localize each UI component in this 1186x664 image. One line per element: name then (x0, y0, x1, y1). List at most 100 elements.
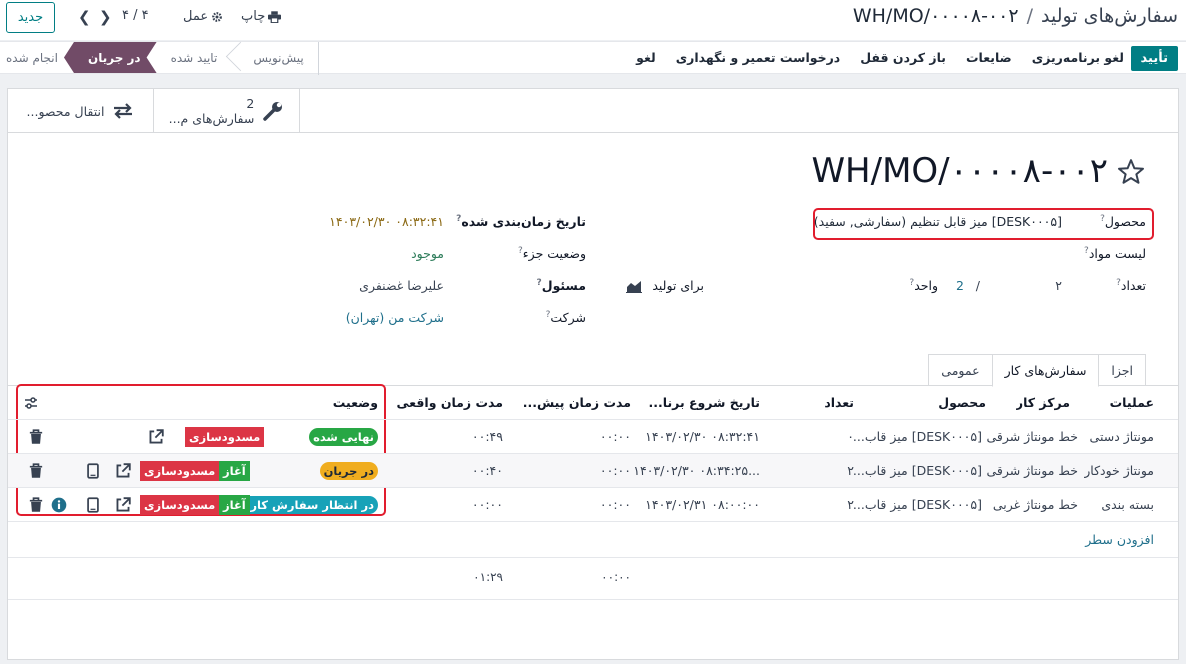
stage-draft[interactable]: پیش‌نویس (231, 42, 317, 73)
quantity-produced-input[interactable]: 2 (956, 278, 964, 293)
row-product: [DESK۰۰۰۵] میز قاب... (852, 429, 982, 444)
block-button[interactable]: مسدودسازی (185, 426, 265, 447)
gear-icon (212, 11, 222, 22)
cancel-button[interactable]: لغو (636, 50, 656, 65)
print-icon (268, 10, 282, 23)
work-orders-count: 2 (246, 96, 255, 111)
table-row[interactable]: بسته بندی خط مونتاژ غربی [DESK۰۰۰۵] میز … (8, 488, 1178, 522)
row-operation: مونتاژ دستی (1089, 429, 1154, 444)
row-operation: مونتاژ خودکار (1084, 463, 1154, 478)
breadcrumb: سفارش‌های تولید / WH/MO/۰۰۰۰۸-۰۰۲ (853, 5, 1178, 27)
sliders-icon (25, 396, 37, 409)
info-icon[interactable] (51, 497, 67, 513)
work-orders-table: عملیات مرکز کار محصول تعداد تاریخ شروع ب… (8, 386, 1178, 522)
action-menu-button[interactable]: عمل (183, 9, 223, 24)
tab-work-orders[interactable]: سفارش‌های کار (991, 354, 1100, 387)
start-button[interactable]: آغاز (219, 460, 250, 481)
notebook-tabs: اجزا سفارش‌های کار عمومی (928, 354, 1146, 387)
stage-statusbar: انجام شده در جریان تایید شده پیش‌نویس (0, 42, 319, 75)
column-header-real-duration[interactable]: مدت زمان واقعی (397, 386, 503, 419)
stage-done[interactable]: انجام شده (0, 42, 64, 73)
add-line-link[interactable]: افزودن سطر (1085, 532, 1154, 547)
pager-previous-icon[interactable]: ❮ (78, 8, 91, 26)
trash-icon[interactable] (28, 462, 44, 479)
row-real-duration: ۰۰:۴۹ (471, 429, 503, 444)
status-badge: در انتظار سفارش کار ... (229, 495, 378, 514)
component-status-value: موجود (411, 246, 444, 261)
action-menu-label: عمل (183, 9, 209, 24)
column-header-quantity[interactable]: تعداد (824, 386, 854, 419)
row-expected-duration: ۰۰:۰۰ (599, 429, 631, 444)
work-orders-label: سفارش‌های م... (168, 111, 255, 126)
unplan-button[interactable]: لغو برنامه‌ریزی (1032, 50, 1124, 65)
table-row[interactable]: مونتاژ دستی خط مونتاژ شرقی [DESK۰۰۰۵] می… (8, 420, 1178, 454)
column-header-operation[interactable]: عملیات (1110, 386, 1154, 419)
block-button[interactable]: مسدودسازی (140, 460, 220, 481)
row-product: [DESK۰۰۰۵] میز قاب... (852, 463, 982, 478)
total-real-duration: ۰۱:۲۹ (473, 570, 503, 584)
stage-in-progress[interactable]: در جریان (64, 42, 157, 73)
block-button[interactable]: مسدودسازی (140, 494, 220, 515)
forecast-chart-icon[interactable] (626, 279, 642, 293)
tab-components[interactable]: اجزا (1098, 354, 1146, 386)
pager-value[interactable]: ۴ / ۴ (122, 8, 149, 23)
stage-confirmed[interactable]: تایید شده (157, 42, 232, 73)
print-menu-button[interactable]: چاپ (241, 9, 282, 24)
column-header-expected-duration[interactable]: مدت زمان پیش... (523, 386, 631, 419)
table-header-row: عملیات مرکز کار محصول تعداد تاریخ شروع ب… (8, 386, 1178, 420)
row-workcenter: خط مونتاژ شرقی (986, 463, 1078, 478)
column-header-workcenter[interactable]: مرکز کار (1016, 386, 1070, 419)
breadcrumb-separator: / (1026, 5, 1033, 27)
table-row[interactable]: مونتاژ خودکار خط مونتاژ شرقی [DESK۰۰۰۵] … (8, 454, 1178, 488)
favorite-star-icon[interactable] (1116, 157, 1146, 187)
total-expected-duration: ۰۰:۰۰ (601, 570, 631, 584)
open-external-icon[interactable] (115, 462, 131, 479)
company-value[interactable]: شرکت من (تهران) (346, 310, 444, 325)
breadcrumb-current: WH/MO/۰۰۰۰۸-۰۰۲ (852, 5, 1019, 27)
tab-general[interactable]: عمومی (928, 354, 993, 386)
transfers-smart-button[interactable]: انتقال محصو... (8, 89, 154, 133)
wrench-icon (263, 102, 283, 121)
optional-columns-toggle[interactable] (24, 386, 38, 419)
responsible-label: مسئول? (536, 278, 586, 294)
open-external-icon[interactable] (148, 428, 164, 445)
record-title: WH/MO/۰۰۰۰۸-۰۰۲ (811, 151, 1108, 191)
component-status-label: وضعیت جزء? (518, 246, 586, 262)
scheduled-date-value[interactable]: ۱۴۰۳/۰۲/۳۰ ۰۸:۳۲:۴۱ (329, 214, 444, 229)
pager-next-icon[interactable]: ❯ (99, 8, 112, 26)
status-action-bar: تأیید لغو برنامه‌ریزی ضایعات باز کردن قف… (0, 41, 1186, 75)
totals-bottom-divider (8, 599, 1178, 600)
product-field-value[interactable]: [DESK۰۰۰۵] میز قابل تنظیم (سفارشی, سفید) (814, 214, 1062, 229)
transfers-label: انتقال محصو... (26, 103, 105, 119)
scrap-button[interactable]: ضایعات (966, 50, 1012, 65)
totals-divider (8, 557, 1178, 558)
quantity-separator: / (975, 278, 980, 293)
tablet-icon[interactable] (85, 496, 101, 513)
status-badge: در جریان (319, 461, 378, 480)
unlock-button[interactable]: باز کردن قفل (860, 50, 946, 65)
smart-buttons-row: انتقال محصو... 2 سفارش‌های م... (8, 89, 1178, 133)
breadcrumb-parent-link[interactable]: سفارش‌های تولید (1041, 5, 1178, 27)
statusbar-divider (317, 42, 319, 75)
open-external-icon[interactable] (115, 496, 131, 513)
quantity-input[interactable]: ۲ (1055, 278, 1062, 293)
row-planned-start: ۱۴۰۳/۰۲/۳۰ ۰۸:۳۴:۲۵... (633, 463, 760, 478)
row-planned-start: ۱۴۰۳/۰۲/۳۱ ۰۸:۰۰:۰۰ (645, 497, 760, 512)
transfer-arrows-icon (114, 103, 133, 119)
column-header-planned-start[interactable]: تاریخ شروع برنا... (649, 386, 760, 419)
new-button[interactable]: جدید (6, 2, 55, 33)
confirm-button[interactable]: تأیید (1130, 46, 1178, 71)
work-orders-smart-button[interactable]: 2 سفارش‌های م... (154, 89, 300, 133)
form-sheet: انتقال محصو... 2 سفارش‌های م... WH/MO/۰۰… (7, 88, 1179, 660)
trash-icon[interactable] (28, 496, 44, 513)
quantity-field-label: تعداد? (1116, 278, 1146, 294)
column-header-product[interactable]: محصول (938, 386, 986, 419)
row-quantity: ۲ (847, 497, 854, 512)
column-header-status[interactable]: وضعیت (333, 386, 378, 419)
tablet-icon[interactable] (85, 462, 101, 479)
maintenance-request-button[interactable]: درخواست تعمیر و نگهداری (676, 50, 840, 65)
unit-field-label: واحد? (909, 278, 938, 294)
trash-icon[interactable] (28, 428, 44, 445)
start-button[interactable]: آغاز (219, 494, 250, 515)
responsible-value[interactable]: علیرضا غضنفری (359, 278, 444, 293)
